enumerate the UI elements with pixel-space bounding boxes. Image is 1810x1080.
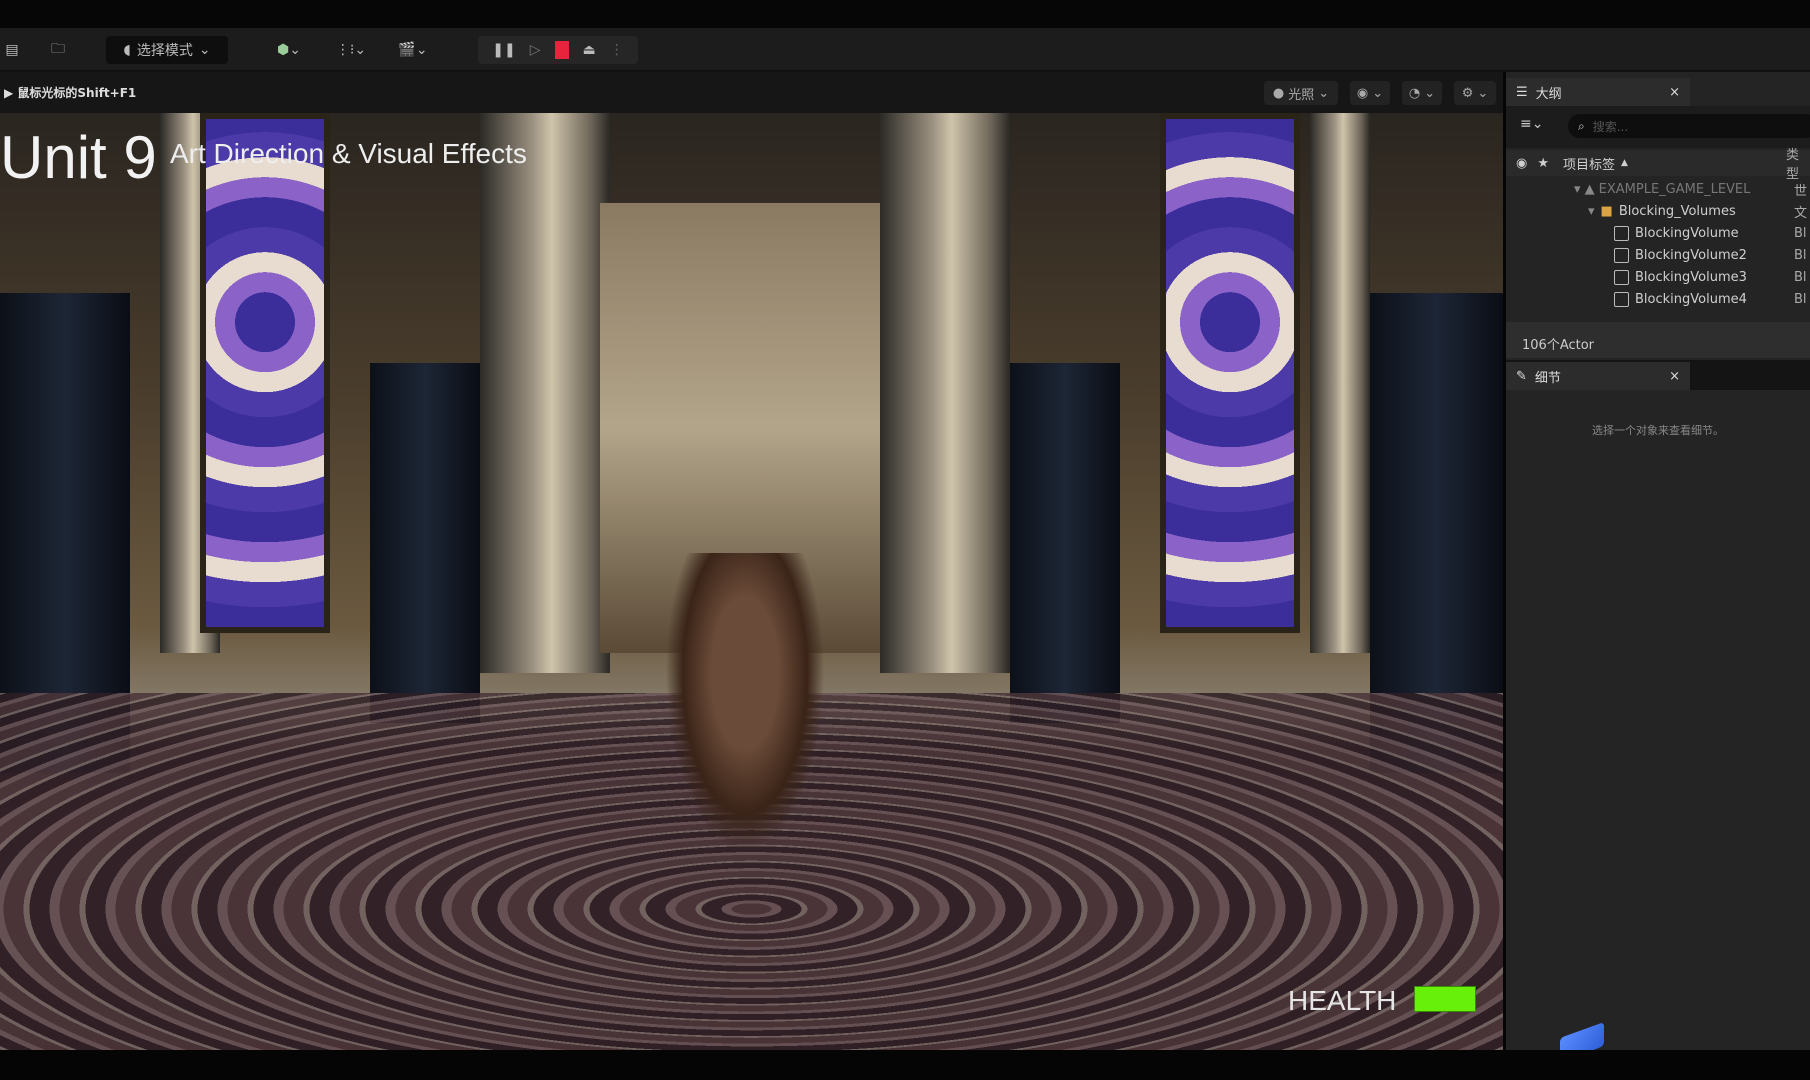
row-type: Bl [1794,247,1807,263]
scene-pillar [370,363,480,723]
row-type: Bl [1794,225,1807,241]
pause-icon[interactable]: ❚❚ [492,42,515,58]
show-button[interactable]: ◉ ⌄ [1350,81,1390,105]
gauge-icon: ◔ [1408,85,1421,101]
close-outliner-button[interactable]: × [1669,85,1680,100]
row-label: EXAMPLE_GAME_LEVEL [1598,181,1751,197]
chevron-down-icon: ⌄ [198,42,211,58]
main-toolbar: ▤ 🗀 ◖ 选择模式 ⌄ ⬢ ⌄ ⋮⁝⌄ 🎬⌄ ❚❚ ▷ ⏏ ⋮ [0,28,1810,72]
eject-icon[interactable]: ⏏ [583,42,596,58]
gear-icon: ⚙ [1461,85,1474,101]
folder-icon: ■ [1600,203,1613,219]
details-empty-text: 选择一个对象来查看细节。 [1592,424,1724,437]
row-label: BlockingVolume2 [1635,247,1747,263]
volume-icon [1614,291,1629,307]
actor-count: 106个Actor [1522,338,1595,353]
viewport-header: ▶ 鼠标光标的Shift+F1 ● 光照 ⌄ ◉ ⌄ ◔ ⌄ ⚙ ⌄ [0,72,1503,113]
bottom-bar [0,1050,1810,1080]
lighting-mode-button[interactable]: ● 光照 ⌄ [1264,81,1338,105]
game-viewport[interactable]: Unit 9 Art Direction & Visual Effects HE… [0,113,1503,1050]
search-icon: ⌕ [1578,118,1585,133]
tree-row[interactable]: BlockingVolume3 Bl [1506,266,1810,288]
outliner-search-input[interactable]: ⌕ 搜索... [1568,114,1810,138]
volume-icon [1614,225,1629,241]
close-details-button[interactable]: × [1669,369,1680,384]
row-label: BlockingVolume [1635,225,1739,241]
mode-select-dropdown[interactable]: ◖ 选择模式 ⌄ [106,36,228,64]
settings-button[interactable]: ⚙ ⌄ [1454,81,1496,105]
tree-row[interactable]: BlockingVolume2 Bl [1506,244,1810,266]
scene-column [1310,113,1370,653]
tab-details[interactable]: ✎ 细节 × [1506,362,1690,390]
lighting-label: 光照 [1288,87,1315,103]
list-icon: ☰ [1516,84,1528,100]
tab-outliner[interactable]: ☰ 大纲 × [1506,78,1690,106]
row-type: Bl [1794,291,1807,307]
details-tab-label: 细节 [1534,370,1561,386]
row-type: 世 [1794,183,1808,199]
eye-icon: ◉ [1356,85,1369,101]
save-icon[interactable]: ▤ [0,36,24,64]
row-label: Blocking_Volumes [1618,203,1736,219]
scene-column [480,113,610,673]
sphere-icon: ● [1272,85,1285,101]
mode-label: 选择模式 [136,43,193,59]
column-label-header[interactable]: 项目标签 [1563,154,1615,173]
browse-icon[interactable]: 🗀 [44,36,72,64]
health-bar [1414,986,1476,1012]
scene-column [880,113,1010,673]
search-placeholder: 搜索... [1592,119,1629,134]
more-icon[interactable]: ⋮ [610,42,624,58]
outliner-column-header: ◉ ★ 项目标签 ▲ 类型 [1506,148,1810,182]
outliner-footer: 106个Actor [1506,322,1810,358]
viewport-hint: ▶ 鼠标光标的Shift+F1 [4,86,137,100]
stop-icon[interactable] [554,41,569,59]
pencil-icon: ✎ [1516,368,1527,384]
volume-icon [1614,269,1629,285]
cinematics-button[interactable]: 🎬⌄ [392,36,434,64]
play-controls: ❚❚ ▷ ⏏ ⋮ [478,36,638,64]
row-type: 文 [1794,205,1808,221]
outliner-toolbar: ≡⌄ ⌕ 搜索... [1506,106,1810,148]
step-icon[interactable]: ▷ [530,42,541,58]
hud-title: Unit 9 [0,124,157,191]
window-top-bar [0,0,1810,28]
performance-button[interactable]: ◔ ⌄ [1402,81,1442,105]
filter-icon[interactable]: ≡⌄ [1520,116,1543,132]
row-label: BlockingVolume3 [1635,269,1747,285]
tree-row-folder[interactable]: ▾ ■ Blocking_Volumes 文 [1506,200,1810,222]
right-panel: ☰ 大纲 × ≡⌄ ⌕ 搜索... ◉ ★ 项目标签 ▲ 类型 ▾ ▲ EXAMP… [1506,72,1810,1063]
tree-row-level[interactable]: ▾ ▲ EXAMPLE_GAME_LEVEL 世 [1506,178,1810,200]
scene-character [665,553,825,853]
star-icon[interactable]: ★ [1537,156,1549,171]
tree-row[interactable]: BlockingVolume4 Bl [1506,288,1810,310]
visibility-icon[interactable]: ◉ [1516,156,1527,171]
tree-row[interactable]: BlockingVolume Bl [1506,222,1810,244]
hint-text: 鼠标光标的Shift+F1 [17,86,137,100]
row-type: Bl [1794,269,1807,285]
scene-stained-glass [1160,113,1300,633]
hud-subtitle: Art Direction & Visual Effects [170,138,527,169]
volume-icon [1614,247,1629,263]
health-label: HEALTH [1288,985,1397,1016]
column-type-header[interactable]: 类型 [1786,144,1810,182]
row-label: BlockingVolume4 [1635,291,1747,307]
cursor-icon: ◖ [123,42,131,58]
scene-pillar [1010,363,1120,723]
scene-stained-glass [200,113,330,633]
add-actor-button[interactable]: ⬢ ⌄ [266,36,312,64]
blueprint-button[interactable]: ⋮⁝⌄ [330,36,372,64]
outliner-tab-label: 大纲 [1535,86,1562,102]
